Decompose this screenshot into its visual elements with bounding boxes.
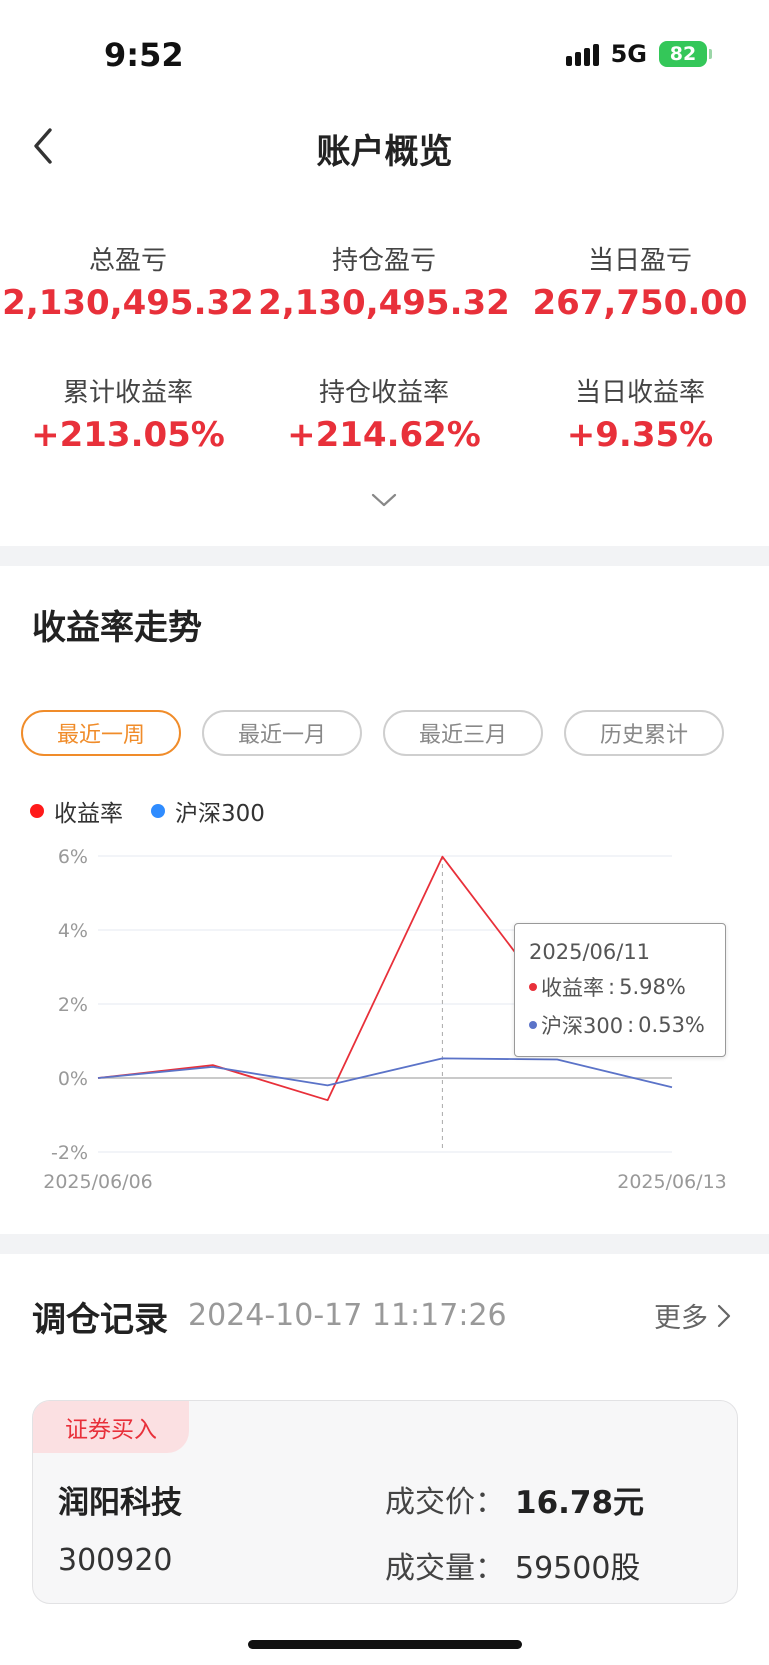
stock-code: 300920 [58, 1543, 173, 1578]
price-value: 16.78元 [515, 1485, 645, 1521]
y-tick-label: 2% [58, 994, 88, 1016]
tab-history-cumulative[interactable]: 历史累计 [564, 710, 724, 756]
y-tick-label: 0% [58, 1068, 88, 1090]
record-timestamp: 2024-10-17 11:17:26 [188, 1298, 507, 1333]
metric-holding-return: 持仓收益率 +214.62% [256, 372, 512, 455]
tooltip-dot-icon [529, 983, 537, 991]
trend-section-title: 收益率走势 [32, 608, 202, 648]
metric-value: 267,750.00 [532, 283, 748, 323]
metric-value: +213.05% [31, 415, 225, 455]
volume-label: 成交量： [385, 1551, 505, 1586]
home-indicator [248, 1640, 522, 1649]
trade-type-badge: 证券买入 [33, 1401, 189, 1453]
status-time: 9:52 [104, 36, 184, 74]
trade-record-card[interactable]: 证券买入 润阳科技 300920 成交价： 16.78元 成交量： 59500股 [32, 1400, 738, 1604]
network-label: 5G [610, 40, 647, 68]
more-label: 更多 [654, 1303, 708, 1334]
period-tabs: 最近一周 最近一月 最近三月 历史累计 [21, 710, 724, 756]
chart-tooltip: 2025/06/11 收益率: 5.98% 沪深300: 0.53% [514, 923, 726, 1057]
status-indicators: 5G 82 [565, 40, 712, 68]
section-divider [0, 1234, 769, 1254]
y-tick-label: 4% [58, 920, 88, 942]
more-link[interactable]: 更多 [654, 1296, 732, 1335]
metric-holding-pnl: 持仓盈亏 2,130,495.32 [256, 240, 512, 323]
metric-value: +9.35% [566, 415, 714, 455]
tab-recent-week[interactable]: 最近一周 [21, 710, 181, 756]
metric-label: 持仓盈亏 [331, 246, 436, 276]
chevron-down-icon[interactable] [369, 489, 399, 511]
metric-label: 持仓收益率 [318, 378, 449, 408]
tooltip-series-value: 0.53% [638, 1013, 705, 1037]
tooltip-series-name: 沪深300 [541, 1014, 624, 1038]
tooltip-row-return: 收益率: 5.98% [529, 972, 711, 1002]
record-section-title: 调仓记录 [32, 1300, 168, 1340]
metric-value: 2,130,495.32 [2, 283, 254, 323]
y-tick-label: -2% [51, 1142, 88, 1164]
legend-label: 沪深300 [175, 801, 265, 827]
battery-icon: 82 [659, 41, 712, 67]
metric-value: 2,130,495.32 [258, 283, 510, 323]
metric-cumulative-return: 累计收益率 +213.05% [0, 372, 256, 455]
metric-label: 当日盈亏 [587, 246, 692, 276]
metric-label: 累计收益率 [62, 378, 193, 408]
volume-value: 59500股 [515, 1551, 641, 1586]
metric-total-pnl: 总盈亏 2,130,495.32 [0, 240, 256, 323]
tooltip-row-index: 沪深300: 0.53% [529, 1010, 711, 1040]
battery-level: 82 [669, 43, 697, 65]
signal-icon [565, 42, 599, 66]
price-label: 成交价： [385, 1485, 505, 1520]
legend-dot-icon [30, 804, 44, 818]
metric-value: +214.62% [287, 415, 481, 455]
tab-recent-three-months[interactable]: 最近三月 [383, 710, 543, 756]
tab-recent-month[interactable]: 最近一月 [202, 710, 362, 756]
tooltip-series-value: 5.98% [619, 975, 686, 999]
page-title: 账户概览 [316, 132, 453, 172]
index-series-line [97, 1057, 673, 1089]
y-tick-label: 6% [58, 846, 88, 868]
x-tick-label: 2025/06/06 [43, 1171, 153, 1193]
metric-label: 总盈亏 [88, 246, 167, 276]
legend-item-index[interactable]: 沪深300 [151, 794, 265, 828]
section-divider [0, 546, 769, 566]
legend-dot-icon [151, 804, 165, 818]
tooltip-date: 2025/06/11 [529, 940, 651, 964]
tooltip-series-name: 收益率 [541, 976, 604, 1000]
legend-label: 收益率 [54, 801, 123, 827]
metric-daily-return: 当日收益率 +9.35% [512, 372, 768, 455]
metric-daily-pnl: 当日盈亏 267,750.00 [512, 240, 768, 323]
legend-item-return[interactable]: 收益率 [30, 794, 123, 828]
chart-legend: 收益率 沪深300 [30, 794, 265, 828]
metric-label: 当日收益率 [574, 378, 705, 408]
stock-name: 润阳科技 [58, 1485, 182, 1521]
x-tick-label: 2025/06/13 [617, 1171, 727, 1193]
tooltip-dot-icon [529, 1021, 537, 1029]
chevron-right-icon [717, 1304, 731, 1327]
